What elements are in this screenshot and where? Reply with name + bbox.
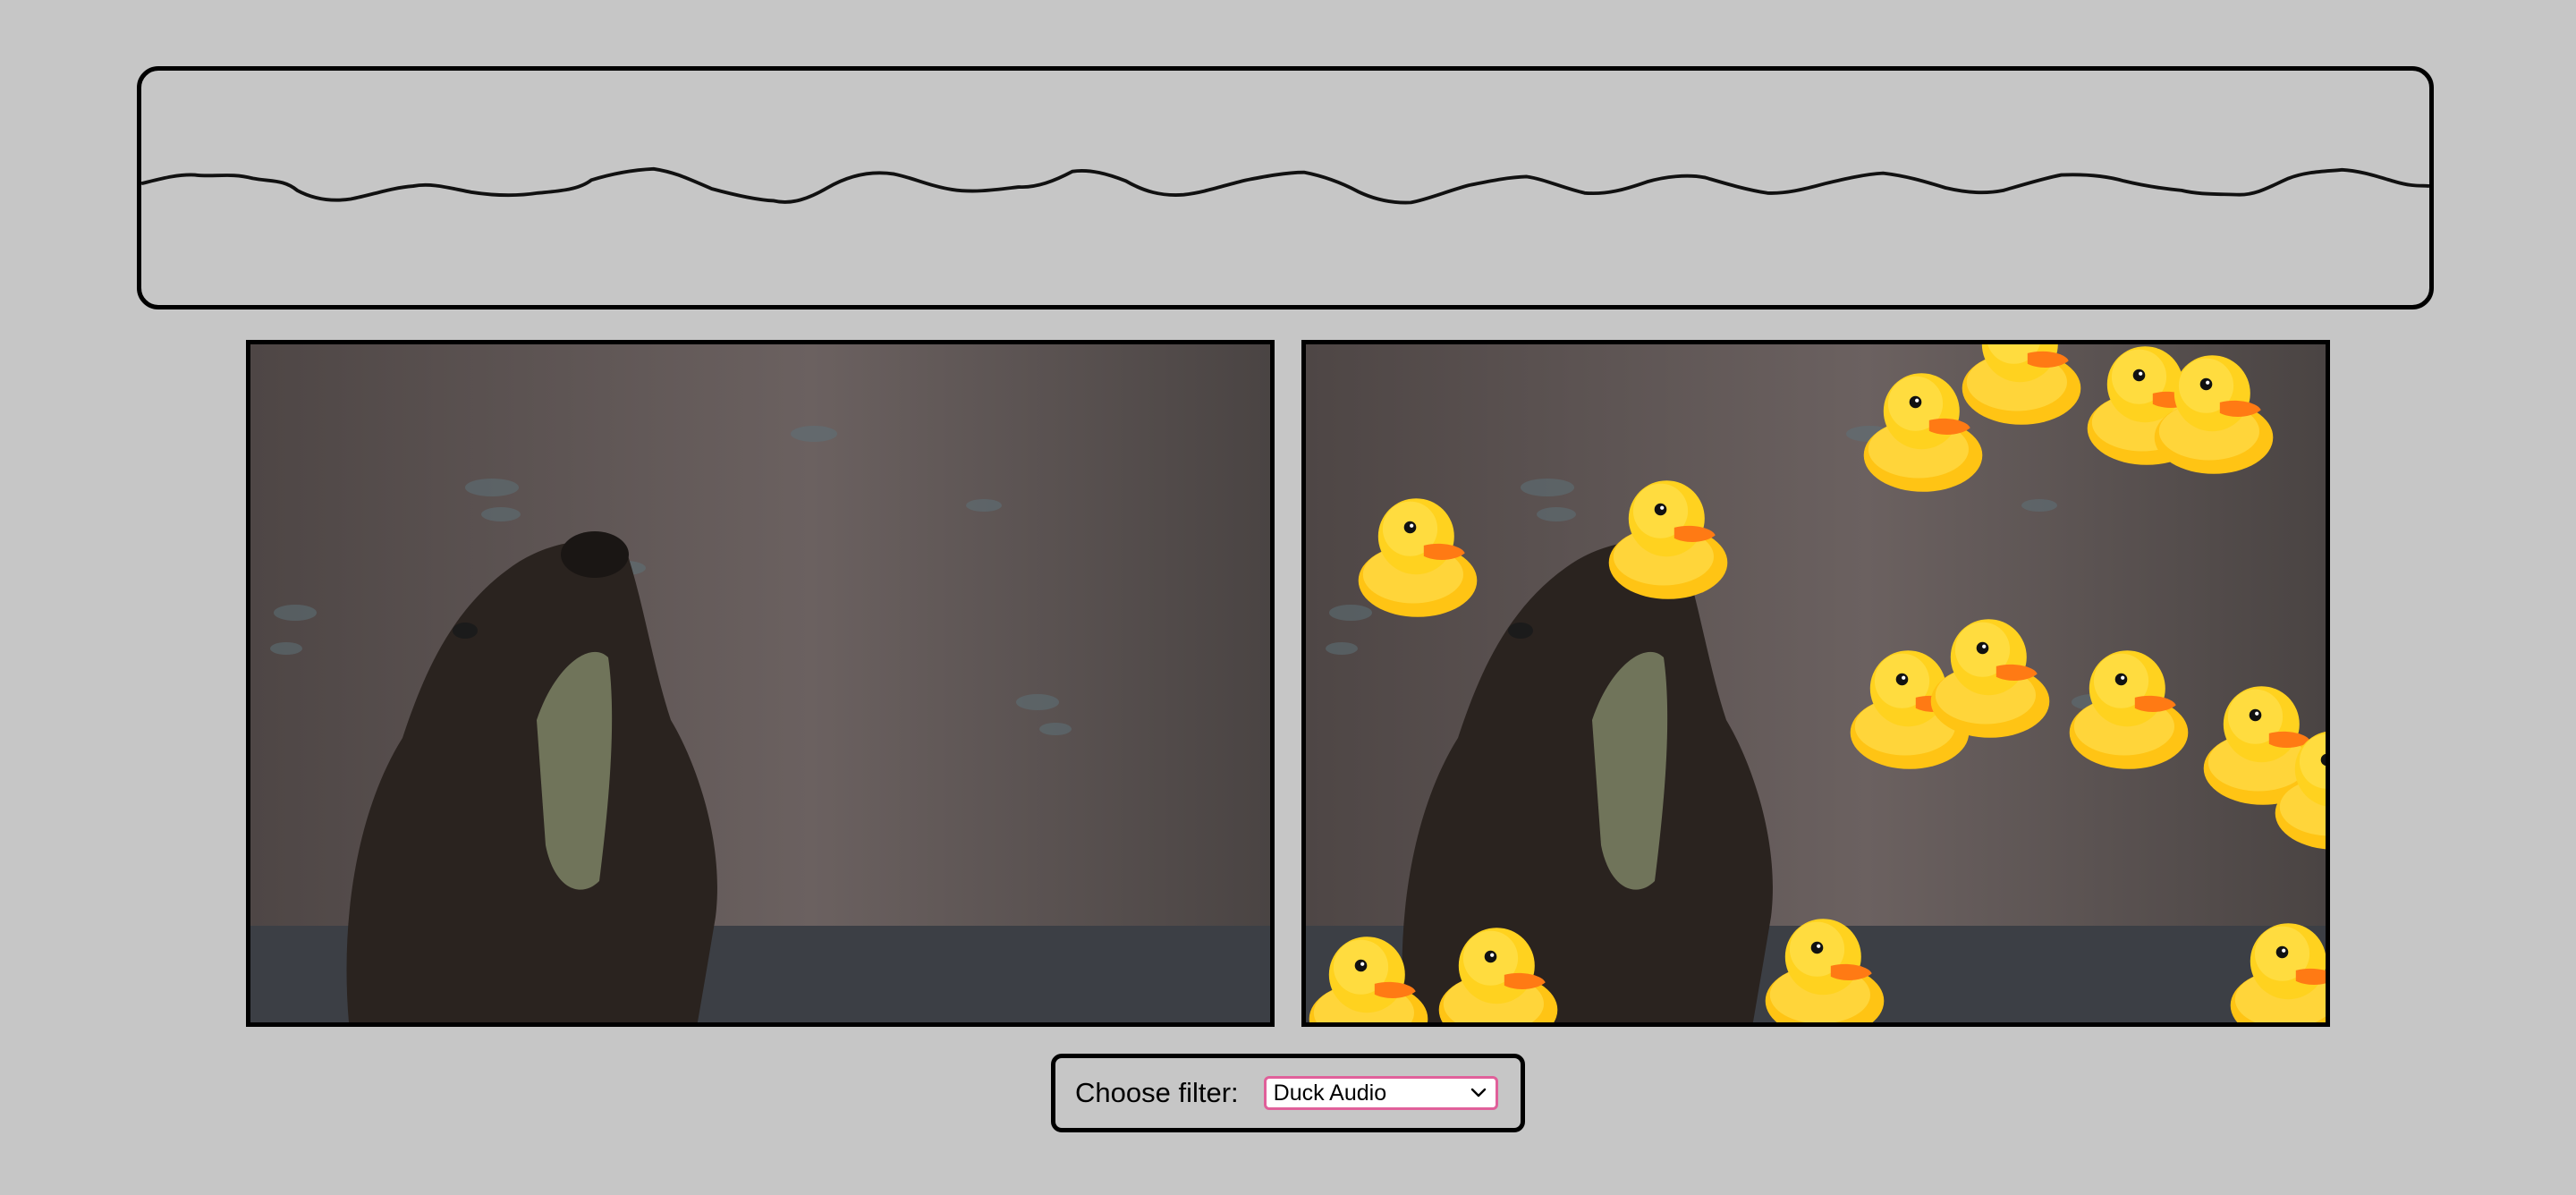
webcam-frame-filtered [1306, 344, 2326, 1022]
chevron-down-icon [1470, 1088, 1486, 1098]
filter-label: Choose filter: [1075, 1077, 1239, 1108]
audio-waveform [137, 66, 2434, 309]
app-root: Choose filter: Duck Audio [0, 0, 2576, 1195]
filter-control-panel: Choose filter: Duck Audio [1051, 1054, 1525, 1132]
filter-selected-value: Duck Audio [1273, 1080, 1387, 1106]
webcam-original-feed [246, 340, 1275, 1027]
waveform-line [141, 166, 2429, 205]
webcam-frame-original [250, 344, 1270, 1022]
filter-select[interactable]: Duck Audio [1263, 1076, 1498, 1110]
webcam-filtered-feed [1301, 340, 2330, 1027]
waveform-graph [141, 166, 2429, 205]
